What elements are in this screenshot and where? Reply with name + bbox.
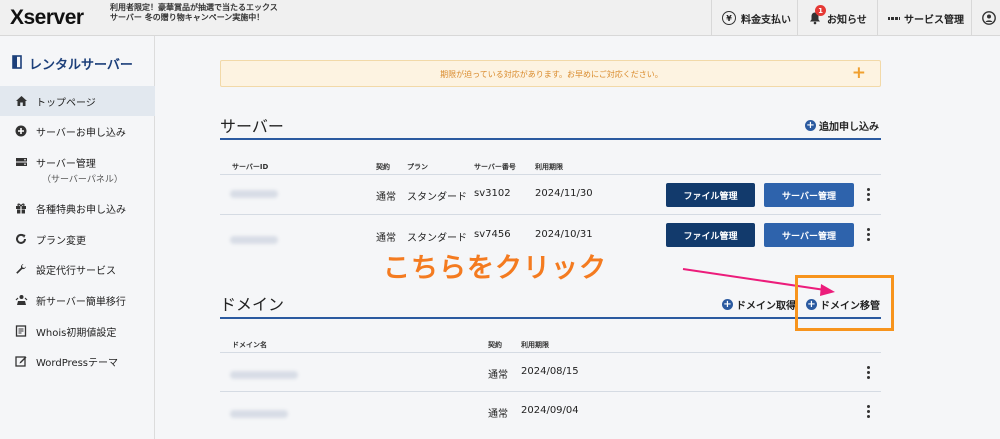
pointer-arrow — [682, 268, 835, 296]
highlight-box — [795, 275, 894, 331]
